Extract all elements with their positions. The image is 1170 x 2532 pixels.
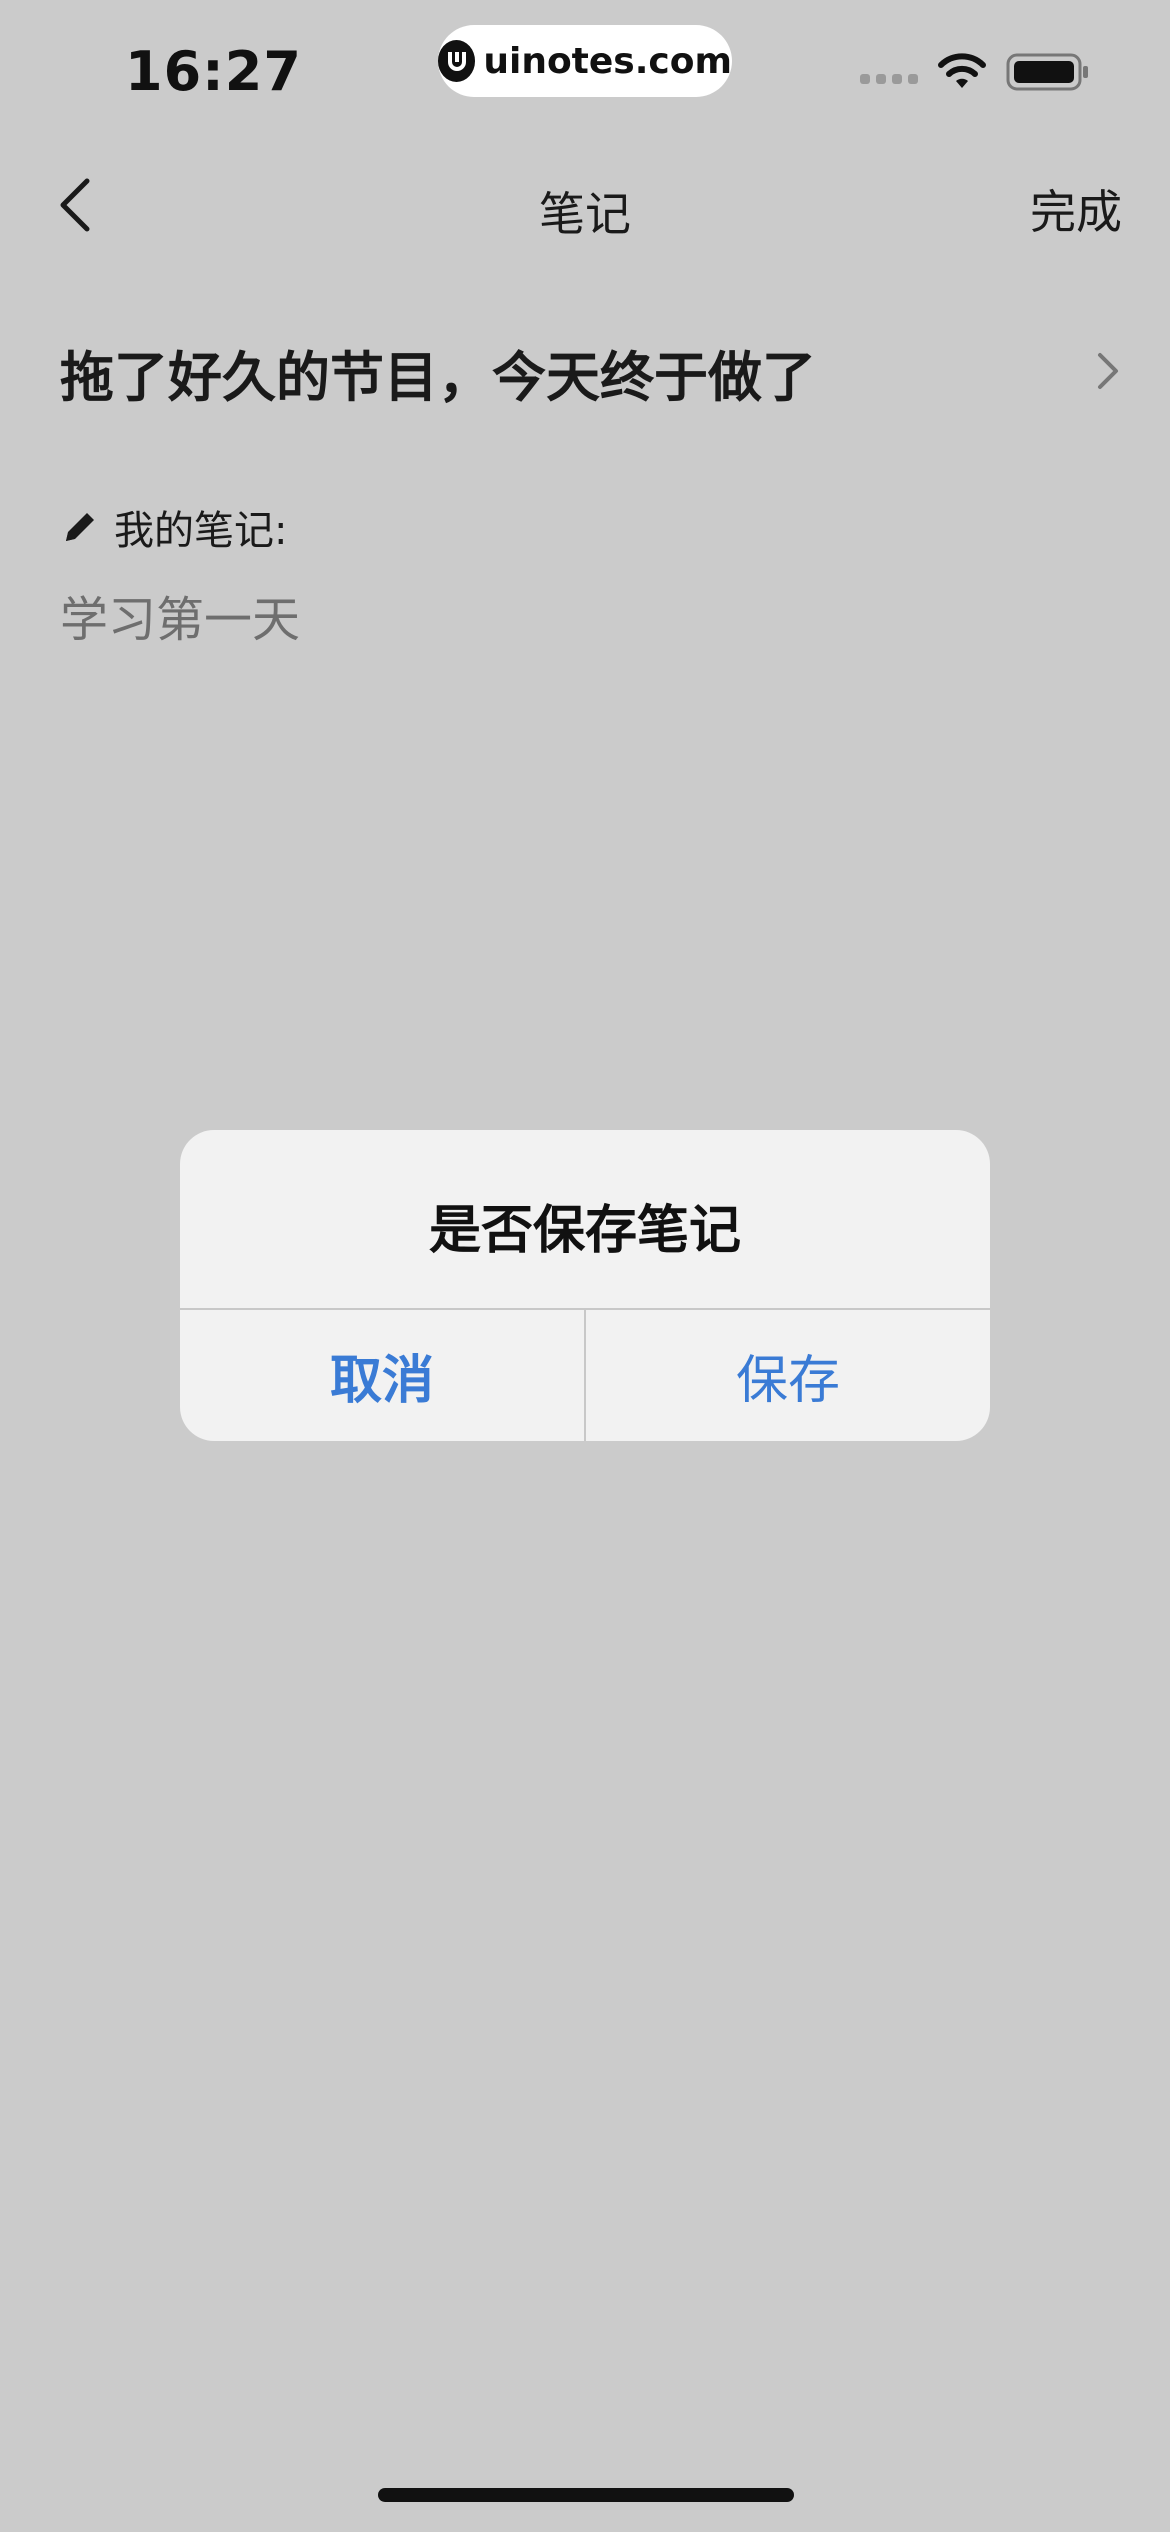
pencil-icon xyxy=(66,513,94,541)
battery-icon xyxy=(1006,53,1088,91)
status-icons xyxy=(860,52,1090,92)
status-bar: 16:27 uinotes.com xyxy=(0,0,1170,150)
page-title: 笔记 xyxy=(539,187,631,241)
save-button[interactable]: 保存 xyxy=(586,1310,990,1441)
done-button[interactable]: 完成 xyxy=(1030,176,1122,242)
cellular-signal-icon xyxy=(860,74,918,84)
navigation-bar: 笔记 完成 xyxy=(0,150,1170,265)
my-note-header: 我的笔记: xyxy=(60,498,287,556)
dialog-title: 是否保存笔记 xyxy=(428,1201,741,1261)
cancel-button[interactable]: 取消 xyxy=(180,1310,584,1441)
my-note-label: 我的笔记: xyxy=(114,508,288,554)
chevron-right-icon xyxy=(1098,353,1118,389)
wifi-icon xyxy=(938,53,986,88)
save-confirm-dialog: 是否保存笔记 取消 保存 xyxy=(180,1130,990,1441)
uinotes-logo-icon xyxy=(438,40,476,82)
note-body-text[interactable]: 学习第一天 xyxy=(60,580,300,650)
status-time: 16:27 xyxy=(125,40,302,103)
note-title-row[interactable]: 拖了好久的节目，今天终于做了 xyxy=(60,325,1120,415)
watermark-text: uinotes.com xyxy=(483,40,732,82)
watermark-badge: uinotes.com xyxy=(438,25,732,97)
note-title: 拖了好久的节目，今天终于做了 xyxy=(60,346,816,409)
home-indicator[interactable] xyxy=(378,2488,794,2502)
